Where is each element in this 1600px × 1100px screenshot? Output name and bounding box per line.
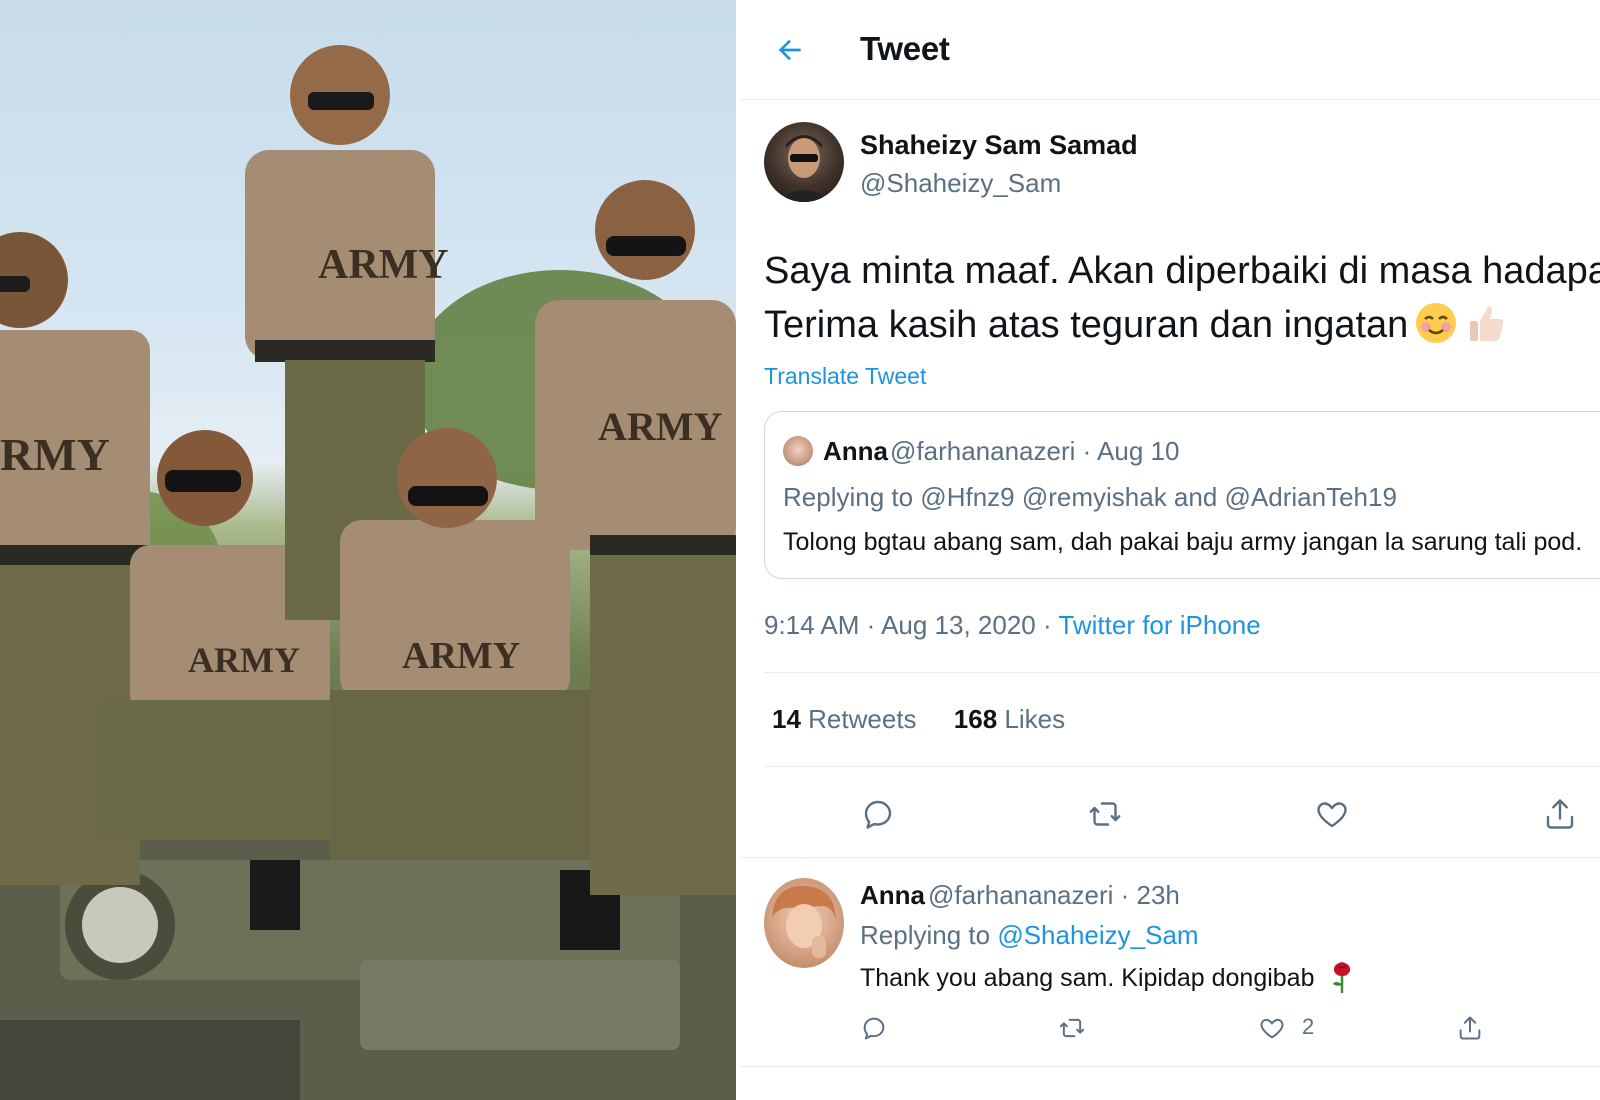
quoted-replying-to: Replying to @Hfnz9 @remyishak and @Adria… [783, 482, 1397, 512]
reply-text: Thank you abang sam. Kipidap dongibab [860, 960, 1357, 994]
translate-tweet-link[interactable]: Translate Tweet [764, 363, 926, 390]
reply-like-count: 2 [1302, 1014, 1315, 1039]
reply-meta: @farhananazeri · 23h [928, 880, 1180, 910]
likes-label: Likes [1004, 704, 1066, 734]
divider [740, 857, 1600, 858]
quoted-tweet[interactable]: Anna @farhananazeri · Aug 10 Replying to… [764, 411, 1600, 579]
likes-stat[interactable]: 168 Likes [954, 704, 1065, 734]
arrow-left-icon[interactable] [774, 34, 806, 66]
rose-emoji [1327, 960, 1357, 994]
author-avatar[interactable] [764, 122, 844, 202]
tweet-source-link[interactable]: Twitter for iPhone [1058, 610, 1260, 640]
shirt-text-5: ARMY [402, 635, 520, 677]
reply-icon[interactable] [860, 796, 896, 832]
heart-icon[interactable] [1258, 1014, 1286, 1042]
reply-author-name[interactable]: Anna [860, 880, 925, 911]
heart-icon[interactable] [1314, 796, 1350, 832]
group-photo: RMY ARMY ARMY ARMY ARMY [0, 0, 736, 1100]
shirt-text-2: ARMY [318, 242, 449, 288]
tweet-header: Tweet [740, 0, 1600, 100]
reply-replying-to: Replying to @Shaheizy_Sam [860, 920, 1199, 951]
divider [764, 766, 1600, 767]
retweet-icon[interactable] [1087, 796, 1123, 832]
reply-text-body: Thank you abang sam. Kipidap dongibab [860, 964, 1315, 992]
replying-to-mention[interactable]: @Shaheizy_Sam [997, 920, 1198, 950]
divider [740, 1066, 1600, 1067]
page-title: Tweet [860, 30, 950, 67]
quoted-tweet-text: Tolong bgtau abang sam, dah pakai baju a… [783, 528, 1583, 556]
quoted-author-name: Anna [823, 436, 888, 466]
shirt-text-1: RMY [0, 429, 110, 480]
tweet-text-line-2: Terima kasih atas teguran dan ingatan [764, 298, 1600, 352]
tweet-stats: 14 Retweets 168 Likes [772, 704, 1095, 735]
tweet-text: Saya minta maaf. Akan diperbaiki di masa… [764, 244, 1600, 352]
reply-icon[interactable] [860, 1014, 888, 1042]
retweets-count: 14 [772, 704, 801, 734]
shirt-text-3: ARMY [598, 404, 723, 449]
author-name[interactable]: Shaheizy Sam Samad [860, 130, 1138, 161]
tweet-timestamp: 9:14 AM · Aug 13, 2020 · Twitter for iPh… [764, 610, 1261, 641]
smiling-blush-emoji [1414, 301, 1458, 345]
retweets-label: Retweets [808, 704, 917, 734]
photo-illustration: RMY ARMY ARMY ARMY ARMY [0, 45, 736, 1100]
timestamp-text: 9:14 AM · Aug 13, 2020 · [764, 610, 1059, 640]
retweet-icon[interactable] [1058, 1014, 1086, 1042]
quoted-tweet-meta: @farhananazeri · Aug 10 [890, 436, 1180, 466]
author-handle[interactable]: @Shaheizy_Sam [860, 168, 1061, 199]
share-icon[interactable] [1456, 1014, 1484, 1042]
share-icon[interactable] [1542, 796, 1578, 832]
shirt-text-4: ARMY [188, 640, 300, 680]
tweet-text-line-2-text: Terima kasih atas teguran dan ingatan [764, 304, 1409, 346]
replying-to-label: Replying to [860, 920, 998, 950]
divider [764, 672, 1600, 673]
tweet-text-line-1: Saya minta maaf. Akan diperbaiki di masa… [764, 250, 1600, 292]
reply-author-avatar[interactable] [764, 878, 844, 968]
thumbs-up-emoji [1464, 301, 1508, 345]
quoted-author-avatar[interactable] [783, 436, 813, 466]
tweet-pane: Tweet Shaheizy Sam Samad @Shaheizy_Sam S… [740, 0, 1600, 1100]
likes-count: 168 [953, 704, 998, 734]
retweets-stat[interactable]: 14 Retweets [772, 704, 917, 734]
